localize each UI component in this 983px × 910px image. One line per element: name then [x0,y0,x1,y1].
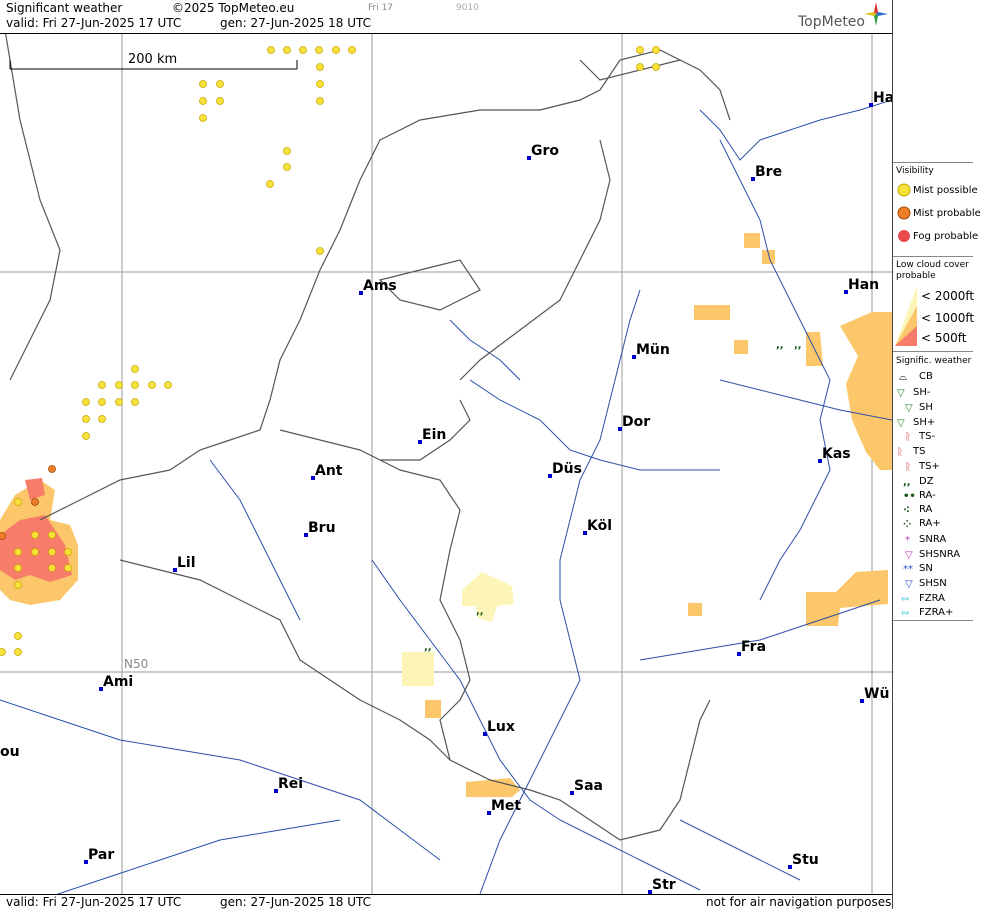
city-ha: Ha [869,90,894,107]
weather-map[interactable]: ,,,, ,,,, N50 [0,0,892,909]
legend-lowcloud-title2: probable [896,271,936,281]
footer-gen: gen: 27-Jun-2025 18 UTC [220,895,372,909]
sigwx-shsn: SHSN [919,578,947,589]
ra-minus-icon: •• [903,491,916,502]
frame-label: Fri 17 [368,3,394,13]
valid-time: valid: Fri 27-Jun-2025 17 UTC [6,16,182,30]
city-lil: Lil [173,555,196,572]
code-label: 9010 [456,3,479,13]
sigwx-ra-plus: RA+ [919,518,941,529]
sigwx-dz: DZ [919,476,934,487]
legend-lowcloud-title: Low cloud cover [896,260,969,270]
legend-panel: Visibility Mist possible Mist probable F… [892,0,983,909]
city-ams: Ams [359,278,397,295]
map-title: Significant weather [6,1,123,15]
sigwx-snra: SNRA [919,534,947,545]
legend-lc-500: < 500ft [921,331,967,345]
city-dus: Düs [548,461,582,478]
shsn-icon: ▽ [905,579,913,590]
ts-icon: ᚱ [897,447,903,458]
ts-plus-icon: ᚱ [905,462,911,473]
legend-lc-1000: < 1000ft [921,311,975,325]
city-kol: Köl [583,518,612,535]
sigwx-fzra-plus: FZRA+ [919,607,954,618]
city-saa: Saa [570,778,603,795]
dz-icon: ,, [903,477,911,488]
ts-minus-icon: ᚱ [905,432,911,443]
legend-fog-probable: Fog probable [913,231,979,242]
copyright: ©2025 TopMeteo.eu [172,1,295,15]
svg-text:,,: ,, [476,606,484,617]
city-lux: Lux [483,719,515,736]
sigwx-ra-minus: RA- [919,490,936,501]
sh-icon: ▽ [905,403,913,414]
fzra-icon: ∾ [901,594,909,605]
svg-text:,,: ,, [424,642,432,653]
sigwx-ra: RA [919,504,933,515]
legend-mist-possible: Mist possible [913,185,978,196]
legend-lc-2000: < 2000ft [921,289,975,303]
legend-visibility-title: Visibility [896,166,934,176]
city-ou: ou [0,744,20,760]
city-han: Han [844,277,879,294]
city-ein: Ein [418,427,446,444]
sigwx-ts-plus: TS+ [919,461,940,472]
city-wu: Wü [860,686,889,703]
sh-minus-icon: ▽ [897,388,905,399]
sigwx-shsnra: SHSNRA [919,549,961,560]
city-bru: Bru [304,520,336,537]
fog-probable-icon [898,230,910,242]
brand-logo: TopMeteo [798,14,865,30]
sigwx-fzra: FZRA [919,593,945,604]
map-footer: valid: Fri 27-Jun-2025 17 UTC gen: 27-Ju… [0,894,892,910]
fzra-plus-icon: ∾ [901,608,909,619]
city-ant: Ant [311,463,343,480]
map-header: Significant weather ©2025 TopMeteo.eu Fr… [0,0,892,34]
mist-possible-icon [897,183,911,197]
sigwx-ts-minus: TS- [919,431,936,442]
scale-label: 200 km [128,52,178,67]
svg-text:,,: ,, [794,340,802,351]
city-rei: Rei [274,776,303,793]
legend-sigwx-title: Signific. weather [896,356,972,366]
svg-text:,,: ,, [776,340,784,351]
sigwx-sn: SN [919,563,933,574]
footer-note: not for air navigation purposes [706,895,892,909]
snra-icon: * [905,535,910,546]
city-met: Met [487,798,521,815]
city-mun: Mün [632,342,670,359]
city-gro: Gro [527,143,559,160]
city-bre: Bre [751,164,782,181]
lowcloud-gradient-icon [895,286,917,346]
footer-valid: valid: Fri 27-Jun-2025 17 UTC [6,895,182,909]
city-ami: Ami [99,674,133,691]
city-fra: Fra [737,639,766,656]
mist-probable-icon [897,206,911,220]
sigwx-cb: CB [919,371,933,382]
sigwx-icons: ⌓ ▽ ▽ ▽ ᚱ ᚱ ᚱ ,, •• ⁖ ⁘ * ▽ ** ▽ ∾ ∾ [897,372,916,619]
sn-icon: ** [903,564,913,575]
ra-icon: ⁖ [903,505,910,516]
city-stu: Stu [788,852,819,869]
shsnra-icon: ▽ [905,550,913,561]
gen-time: gen: 27-Jun-2025 18 UTC [220,16,372,30]
city-par: Par [84,847,114,864]
city-dor: Dor [618,414,650,431]
sh-plus-icon: ▽ [897,418,905,429]
city-str: Str [648,877,676,894]
grid-label: N50 [124,657,148,671]
sigwx-sh: SH [919,402,933,413]
city-kas: Kas [818,446,851,463]
ra-plus-icon: ⁘ [903,519,911,530]
cb-icon: ⌓ [899,372,907,383]
legend-mist-probable: Mist probable [913,208,981,219]
compass-icon [864,2,888,26]
